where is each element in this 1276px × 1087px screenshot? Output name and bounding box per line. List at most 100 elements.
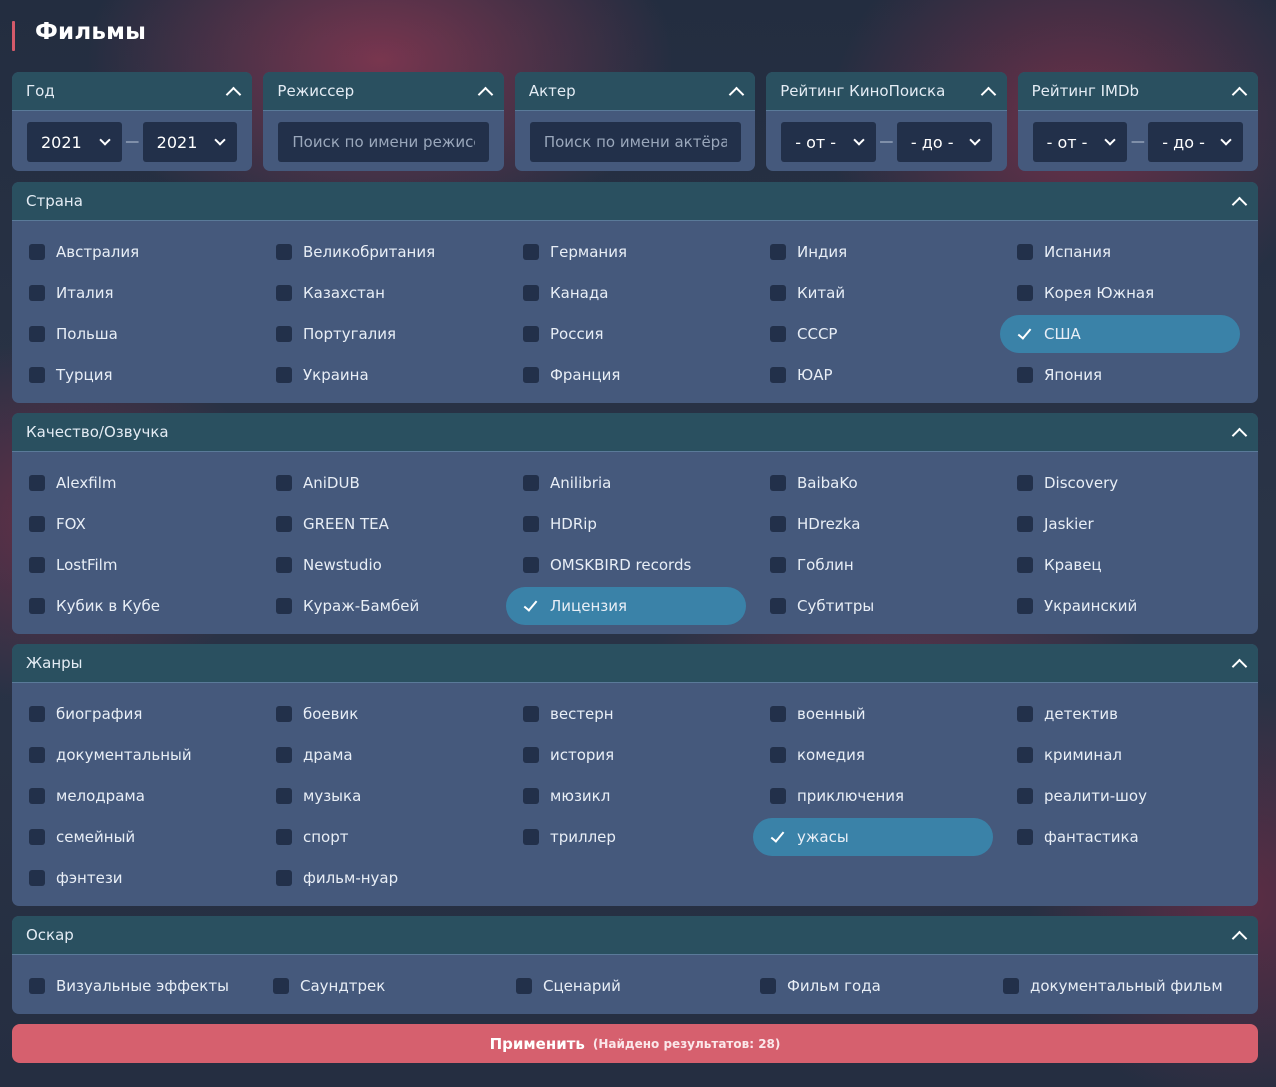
checkbox-option-toggle[interactable]: Португалия — [259, 315, 499, 353]
checkbox-option-toggle[interactable]: Discovery — [1000, 464, 1240, 502]
checkbox[interactable] — [770, 366, 786, 383]
checkbox[interactable] — [770, 474, 786, 491]
checkbox[interactable] — [1017, 243, 1033, 260]
checkbox[interactable] — [276, 474, 292, 491]
checkbox[interactable] — [1017, 597, 1033, 614]
checkbox-option-toggle[interactable]: Субтитры — [753, 587, 993, 625]
checkmark-icon[interactable] — [523, 598, 539, 614]
checkbox-option-toggle[interactable]: Anilibria — [506, 464, 746, 502]
chevron-up-icon[interactable] — [1232, 195, 1244, 207]
checkbox[interactable] — [29, 515, 45, 532]
checkbox[interactable] — [523, 828, 539, 845]
checkbox[interactable] — [276, 243, 292, 260]
checkbox-option-toggle[interactable]: фэнтези — [12, 859, 252, 897]
checkbox-option-toggle[interactable]: семейный — [12, 818, 252, 856]
checkbox-option-toggle[interactable]: Кубик в Кубе — [12, 587, 252, 625]
checkbox[interactable] — [29, 284, 45, 301]
genres-section-header[interactable]: Жанры — [12, 644, 1258, 683]
checkbox-option-toggle[interactable]: HDRip — [506, 505, 746, 543]
checkbox-option-toggle[interactable]: Италия — [12, 274, 252, 312]
checkbox[interactable] — [29, 325, 45, 342]
checkbox[interactable] — [523, 556, 539, 573]
checkbox-option-toggle[interactable]: спорт — [259, 818, 499, 856]
checkbox[interactable] — [276, 325, 292, 342]
chevron-up-icon[interactable] — [1232, 657, 1244, 669]
chevron-up-icon[interactable] — [478, 85, 490, 97]
checkbox[interactable] — [29, 787, 45, 804]
checkbox[interactable] — [770, 787, 786, 804]
checkbox[interactable] — [523, 515, 539, 532]
checkbox-option-toggle[interactable]: Кураж-Бамбей — [259, 587, 499, 625]
checkbox[interactable] — [276, 284, 292, 301]
checkbox-option-toggle[interactable]: военный — [753, 695, 993, 733]
checkbox[interactable] — [770, 515, 786, 532]
chevron-up-icon[interactable] — [1232, 85, 1244, 97]
imdb-rating-to-select[interactable]: - до - — [1148, 122, 1244, 162]
checkbox-option-toggle[interactable]: Украина — [259, 356, 499, 394]
checkbox[interactable] — [770, 325, 786, 342]
checkbox-option-toggle[interactable]: реалити-шоу — [1000, 777, 1240, 815]
checkbox-option-toggle[interactable]: Канада — [506, 274, 746, 312]
checkbox[interactable] — [523, 746, 539, 763]
checkbox[interactable] — [276, 556, 292, 573]
checkbox[interactable] — [1017, 705, 1033, 722]
checkbox[interactable] — [1003, 977, 1019, 994]
year-to-select[interactable]: 2021 — [142, 122, 238, 162]
checkbox-option-toggle[interactable]: ЮАР — [753, 356, 993, 394]
kp-rating-from-select[interactable]: - от - — [781, 122, 876, 162]
checkmark-icon[interactable] — [770, 829, 786, 845]
checkbox[interactable] — [523, 705, 539, 722]
actor-filter-header[interactable]: Актер — [514, 72, 756, 111]
checkbox[interactable] — [1017, 556, 1033, 573]
checkbox-option-toggle[interactable]: фантастика — [1000, 818, 1240, 856]
chevron-up-icon[interactable] — [981, 85, 993, 97]
imdb-rating-from-select[interactable]: - от - — [1032, 122, 1128, 162]
checkbox[interactable] — [770, 746, 786, 763]
oscar-section-header[interactable]: Оскар — [12, 916, 1258, 955]
checkbox-option-toggle[interactable]: фильм-нуар — [259, 859, 499, 897]
checkbox-option-toggle[interactable]: Польша — [12, 315, 252, 353]
checkbox[interactable] — [273, 977, 289, 994]
checkbox-option-toggle[interactable]: Корея Южная — [1000, 274, 1240, 312]
checkbox-option-toggle[interactable]: Сценарий — [499, 967, 739, 1005]
checkbox-option-toggle[interactable]: LostFilm — [12, 546, 252, 584]
checkbox-option-toggle[interactable]: Испания — [1000, 233, 1240, 271]
checkbox-option-toggle[interactable]: Гоблин — [753, 546, 993, 584]
checkbox-option-toggle[interactable]: Саундтрек — [256, 967, 496, 1005]
checkbox-option-toggle[interactable]: детектив — [1000, 695, 1240, 733]
checkbox-option-toggle[interactable]: Jaskier — [1000, 505, 1240, 543]
actor-search-input[interactable] — [529, 122, 741, 162]
checkbox[interactable] — [29, 977, 45, 994]
checkbox-option-toggle[interactable]: документальный — [12, 736, 252, 774]
checkbox[interactable] — [29, 556, 45, 573]
checkbox[interactable] — [760, 977, 776, 994]
checkbox[interactable] — [770, 284, 786, 301]
director-filter-header[interactable]: Режиссер — [263, 72, 504, 111]
checkbox[interactable] — [29, 366, 45, 383]
checkbox-option-toggle[interactable]: HDrezka — [753, 505, 993, 543]
checkbox-option-toggle[interactable]: криминал — [1000, 736, 1240, 774]
checkbox[interactable] — [1017, 828, 1033, 845]
checkbox-option-toggle[interactable]: Кравец — [1000, 546, 1240, 584]
checkbox-option-toggle[interactable]: Alexfilm — [12, 464, 252, 502]
checkbox[interactable] — [770, 597, 786, 614]
checkbox[interactable] — [523, 787, 539, 804]
checkbox[interactable] — [29, 869, 45, 886]
checkbox-option-toggle[interactable]: BaibaKo — [753, 464, 993, 502]
checkbox-option-toggle[interactable]: Фильм года — [743, 967, 983, 1005]
checkbox[interactable] — [523, 474, 539, 491]
checkbox-option-toggle[interactable]: боевик — [259, 695, 499, 733]
checkbox-option-toggle[interactable]: мелодрама — [12, 777, 252, 815]
chevron-up-icon[interactable] — [1232, 929, 1244, 941]
checkbox-option-toggle[interactable]: музыка — [259, 777, 499, 815]
chevron-up-icon[interactable] — [1232, 426, 1244, 438]
checkbox[interactable] — [523, 325, 539, 342]
checkbox-option-toggle[interactable]: комедия — [753, 736, 993, 774]
checkbox-option-toggle[interactable]: Индия — [753, 233, 993, 271]
checkbox-option-toggle[interactable]: Казахстан — [259, 274, 499, 312]
kp-rating-to-select[interactable]: - до - — [896, 122, 992, 162]
checkbox[interactable] — [276, 705, 292, 722]
checkbox-option-toggle[interactable]: биография — [12, 695, 252, 733]
chevron-up-icon[interactable] — [729, 85, 741, 97]
checkbox[interactable] — [1017, 366, 1033, 383]
